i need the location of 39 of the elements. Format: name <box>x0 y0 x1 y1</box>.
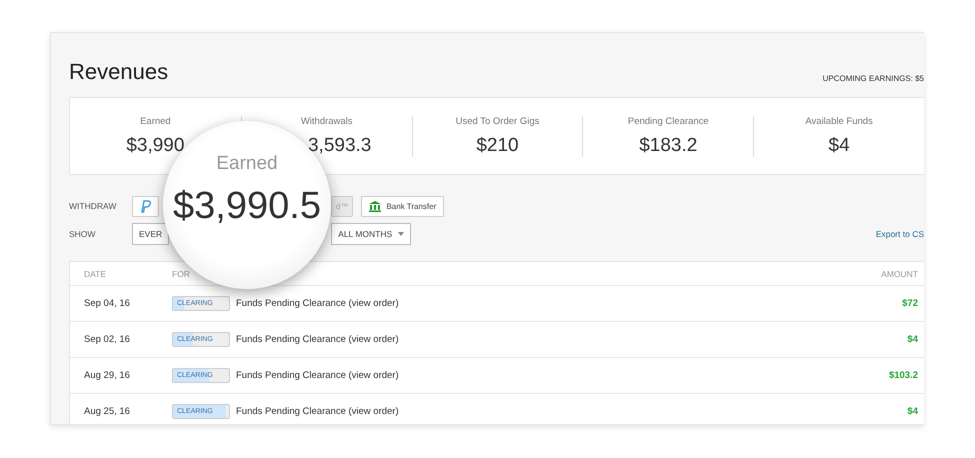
amount-cell-text: $4 <box>906 334 918 345</box>
stat-label: Available Funds <box>805 116 873 126</box>
caret-icon <box>398 232 404 236</box>
column-header: AMOUNT <box>880 268 918 278</box>
stat-value: $3,990 <box>126 134 184 156</box>
page-title: Revenues <box>69 59 168 85</box>
column-header: FOR <box>172 268 191 278</box>
description-cell: Funds Pending Clearance (view order) <box>236 334 399 345</box>
filter-dropdown[interactable]: EVER <box>132 223 170 245</box>
stat-value: 3,593.3 <box>306 134 372 156</box>
description-cell: Funds Pending Clearance (view order) <box>236 370 399 381</box>
amount-cell-text: $103.2 <box>888 370 918 381</box>
export-link[interactable]: Export to CS <box>876 229 924 239</box>
stat-label: Withdrawals <box>300 116 353 126</box>
show-label: SHOW <box>69 229 96 239</box>
amount-cell-text: $72 <box>901 298 918 309</box>
description-cell: Funds Pending Clearance (view order) <box>236 298 399 309</box>
stat-label: Earned <box>140 116 171 126</box>
stat-value: $210 <box>476 134 519 156</box>
paypal-icon <box>140 200 151 212</box>
filter-dropdown[interactable]: ALL MONTHS <box>331 223 412 245</box>
date-cell-text: Aug 29, 16 <box>84 370 131 381</box>
column-header: DATE <box>84 268 108 278</box>
stat-label: Used To Order Gigs <box>456 116 540 126</box>
amount-cell-text: $4 <box>906 406 918 417</box>
date-cell-text: Sep 04, 16 <box>84 298 131 309</box>
withdraw-button[interactable] <box>132 196 159 216</box>
withdraw-label: WITHDRAW <box>69 201 118 211</box>
bank-icon <box>369 200 382 212</box>
description-cell: Funds Pending Clearance (view order) <box>236 406 399 417</box>
upcoming-earnings: UPCOMING EARNINGS: $5 <box>822 74 924 85</box>
magnified-value: $3,990.5 <box>173 184 321 228</box>
date-cell-text: Sep 02, 16 <box>84 334 131 345</box>
stat-value: $4 <box>828 134 850 156</box>
withdraw-button[interactable]: Bank Transfer <box>361 196 444 216</box>
stat-value: $183.2 <box>639 134 698 156</box>
magnified-label: Earned <box>216 152 278 174</box>
stat-label: Pending Clearance <box>628 116 709 126</box>
date-cell-text: Aug 25, 16 <box>84 406 131 417</box>
